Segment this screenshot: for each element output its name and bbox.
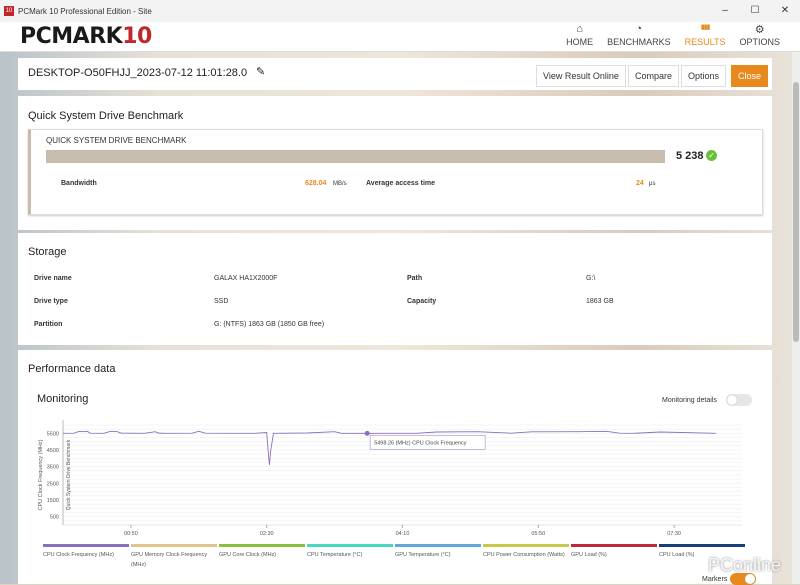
- legend-swatch: [659, 544, 745, 547]
- legend-item[interactable]: GPU Load (%): [571, 544, 657, 560]
- x-tick-label: 05:50: [531, 531, 545, 537]
- legend-item[interactable]: CPU Temperature (°C): [307, 544, 393, 560]
- legend-item[interactable]: CPU Clock Frequency (MHz): [43, 544, 129, 560]
- tooltip-text: 5498.26 (MHz) CPU Clock Frequency: [374, 440, 467, 446]
- legend-swatch: [219, 544, 305, 547]
- legend-swatch: [571, 544, 657, 547]
- y-tick-label: 5500: [47, 431, 59, 437]
- legend-label: CPU Power Consumption (Watts): [483, 552, 565, 558]
- legend-label: GPU Load (%): [571, 552, 607, 558]
- legend-item[interactable]: GPU Memory Clock Frequency (MHz): [131, 544, 217, 570]
- benchmark-marker-label: Quick System Drive Benchmark: [66, 439, 72, 510]
- y-tick-label: 500: [50, 515, 59, 521]
- y-tick-label: 2500: [47, 481, 59, 487]
- legend-label: CPU Load (%): [659, 552, 695, 558]
- x-tick-label: 04:10: [396, 531, 410, 537]
- legend-label: CPU Clock Frequency (MHz): [43, 552, 114, 558]
- legend-item[interactable]: GPU Temperature (°C): [395, 544, 481, 560]
- legend-swatch: [43, 544, 129, 547]
- x-tick-label: 07:30: [667, 531, 681, 537]
- y-axis-label: CPU Clock Frequency (MHz): [38, 439, 44, 510]
- y-tick-label: 4500: [47, 448, 59, 454]
- x-tick-label: 02:30: [260, 531, 274, 537]
- legend-item[interactable]: CPU Power Consumption (Watts): [483, 544, 569, 560]
- legend-swatch: [483, 544, 569, 547]
- x-tick-label: 00:50: [124, 531, 138, 537]
- legend-swatch: [307, 544, 393, 547]
- legend-label: GPU Temperature (°C): [395, 552, 451, 558]
- legend-label: GPU Memory Clock Frequency (MHz): [131, 552, 208, 568]
- tooltip-point: [364, 430, 370, 436]
- legend-swatch: [395, 544, 481, 547]
- y-tick-label: 3500: [47, 465, 59, 471]
- monitoring-chart: 500 1500 2500 3500 4500 5500 00:50 02:30 04:10 05…: [38, 420, 742, 537]
- legend-swatch: [131, 544, 217, 547]
- legend-label: CPU Temperature (°C): [307, 552, 363, 558]
- legend-item[interactable]: CPU Load (%): [659, 544, 745, 560]
- y-tick-label: 1500: [47, 498, 59, 504]
- legend-item[interactable]: GPU Core Clock (MHz): [219, 544, 305, 560]
- legend-label: GPU Core Clock (MHz): [219, 552, 277, 558]
